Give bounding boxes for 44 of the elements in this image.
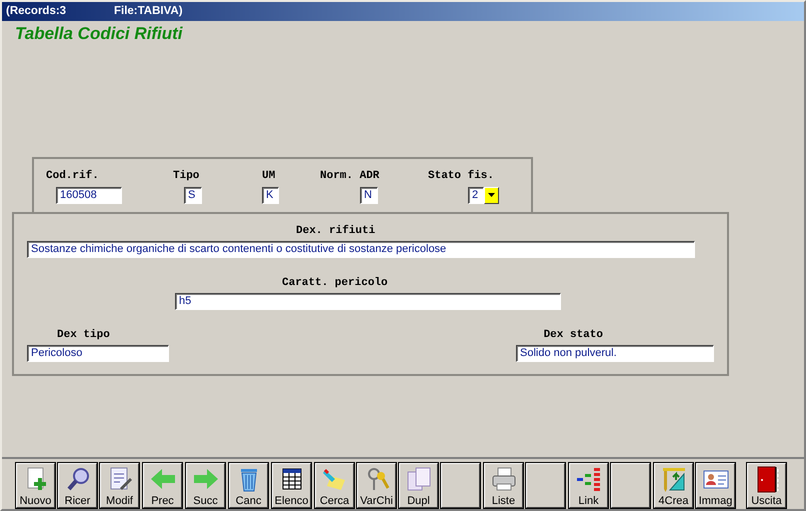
input-field[interactable]: S (184, 186, 202, 204)
window-title: (Records:3 (6, 6, 68, 18)
toolbar-button[interactable]: Canc (228, 462, 269, 509)
dropdown-button[interactable] (484, 186, 499, 204)
toolbar-button[interactable] (610, 462, 651, 509)
toolbar-button[interactable]: Dupl (398, 462, 439, 509)
field-label: Cod.rif. (46, 170, 99, 183)
field-label: Dex tipo (57, 329, 111, 342)
input-field[interactable]: 160508 (56, 186, 122, 204)
tree-diagram-icon (574, 466, 602, 493)
window-title: File:TABIVA) (114, 6, 183, 18)
toolbar-button[interactable]: Succ (185, 462, 226, 509)
toolbar-button[interactable] (525, 462, 566, 509)
toolbar-button[interactable]: Cerca (314, 462, 355, 509)
toolbar-button[interactable]: Elenco (271, 462, 312, 509)
field-label: Dex stato (544, 329, 603, 342)
input-field[interactable]: h5 (175, 293, 561, 310)
toolbar-button[interactable]: Nuovo (15, 462, 56, 509)
dropdown-field[interactable]: 2 (468, 186, 484, 204)
toolbar-button[interactable]: Immag (695, 462, 736, 509)
toolbar-button[interactable]: Ricer (57, 462, 98, 509)
input-field[interactable]: K (262, 186, 279, 204)
field-label: Dex. rifiuti (296, 225, 376, 238)
input-field[interactable]: Pericoloso (27, 345, 169, 362)
input-field[interactable]: N (360, 186, 378, 204)
input-field[interactable]: Solido non pulverul. (516, 345, 714, 362)
field-label: UM (262, 170, 276, 183)
input-field[interactable]: Sostanze chimiche organiche di scarto contenenti o costitutive di sostanze pericolose (27, 241, 695, 258)
form-title: Tabella Codici Rifiuti (15, 24, 182, 44)
printer-icon (490, 466, 518, 493)
toolbar-button[interactable]: 4Crea (653, 462, 694, 509)
toolbar-button[interactable]: VarChi (356, 462, 397, 509)
toolbar-button[interactable]: Modif (99, 462, 140, 509)
field-label: Norm. ADR (320, 170, 380, 183)
exit-button[interactable]: Uscita (746, 462, 787, 509)
field-label: Tipo (173, 170, 200, 183)
field-label: Caratt. pericolo (282, 277, 388, 290)
toolbar-button[interactable] (440, 462, 481, 509)
field-label: Stato fis. (428, 170, 494, 183)
toolbar-button[interactable]: Link (568, 462, 609, 509)
caret-icon (488, 193, 495, 198)
documents-icon (404, 466, 432, 493)
toolbar-button[interactable]: Prec (142, 462, 183, 509)
toolbar-button[interactable]: Liste (483, 462, 524, 509)
